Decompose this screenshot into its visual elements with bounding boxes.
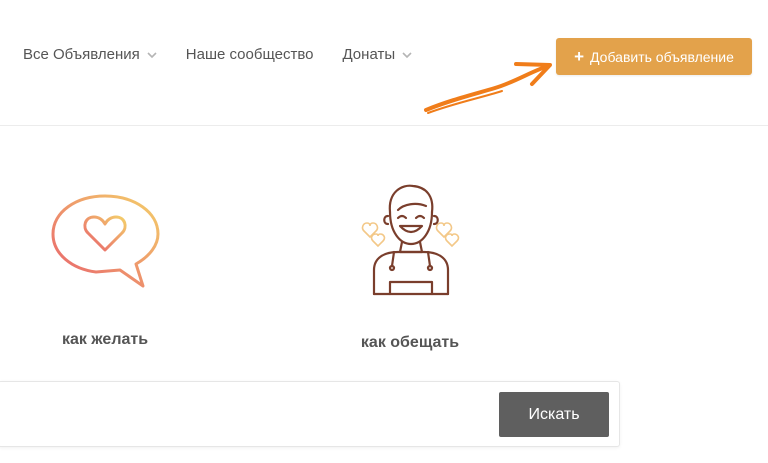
chevron-down-icon: [402, 51, 412, 58]
nav-item-label: Донаты: [342, 46, 396, 63]
feature-label-wish: как желать: [61, 331, 149, 348]
add-listing-button[interactable]: + Добавить объявление: [556, 38, 752, 75]
search-button-label: Искать: [528, 405, 580, 423]
nav-item-label: Все Объявления: [23, 46, 140, 63]
search-button[interactable]: Искать: [499, 392, 609, 437]
nav-item-label: Наше сообщество: [185, 46, 314, 63]
annotation-arrow-icon: [424, 62, 552, 114]
feature-label-promise: как обещать: [360, 334, 460, 351]
nav-item-community[interactable]: Наше сообщество: [186, 46, 314, 63]
nav-item-all-ads[interactable]: Все Объявления: [23, 46, 157, 63]
chevron-down-icon: [147, 51, 157, 58]
nav-item-donations[interactable]: Донаты: [342, 46, 412, 63]
heart-speech-bubble-icon: [51, 194, 160, 288]
main-nav: Все Объявления Наше сообщество Донаты: [23, 46, 441, 63]
smiling-person-hearts-icon: [361, 184, 460, 296]
search-input[interactable]: [7, 396, 481, 434]
add-listing-label: Добавить объявление: [590, 48, 734, 65]
top-navigation-bar: Все Объявления Наше сообщество Донаты + …: [0, 0, 768, 126]
plus-icon: +: [574, 47, 585, 66]
